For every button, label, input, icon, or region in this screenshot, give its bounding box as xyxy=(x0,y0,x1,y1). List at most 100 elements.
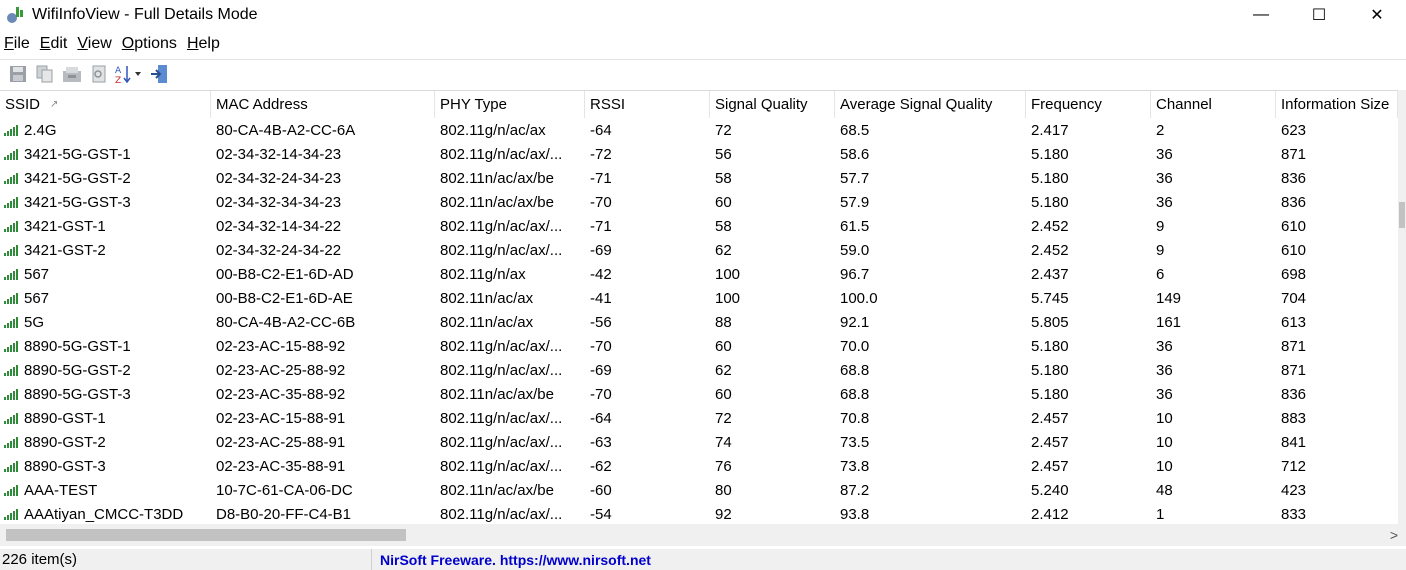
column-header-info-size[interactable]: Information Size xyxy=(1276,91,1398,118)
save-button[interactable] xyxy=(6,62,30,86)
column-header-phy[interactable]: PHY Type xyxy=(435,91,585,118)
menu-options[interactable]: Options xyxy=(118,35,181,53)
properties-button[interactable] xyxy=(60,62,84,86)
table-row[interactable]: AAAtiyan_CMCC-T3DD D8-B0-20-FF-C4-B1 802.1… xyxy=(0,502,1398,524)
menu-edit[interactable]: Edit xyxy=(36,35,72,53)
svg-text:Z: Z xyxy=(115,76,121,84)
find-button[interactable] xyxy=(87,62,111,86)
exit-button[interactable] xyxy=(147,62,171,86)
cell-text: 8890-5G-GST-2 xyxy=(24,361,131,379)
cell-text: 5.180 xyxy=(1031,337,1069,355)
cell-text: 161 xyxy=(1156,313,1182,331)
table-cell: -70 xyxy=(585,190,710,214)
scroll-right-icon[interactable]: > xyxy=(1390,527,1398,543)
cell-text: 8890-GST-2 xyxy=(24,433,106,451)
menu-edit-label: dit xyxy=(50,35,68,52)
table-cell: 68.8 xyxy=(835,382,1026,406)
table-cell: 02-34-32-14-34-23 xyxy=(211,142,435,166)
vertical-scrollbar[interactable] xyxy=(1398,90,1406,524)
signal-strength-icon xyxy=(4,245,18,256)
column-header-channel[interactable]: Channel xyxy=(1151,91,1276,118)
table-cell: 871 xyxy=(1276,358,1398,382)
column-header-mac[interactable]: MAC Address xyxy=(211,91,435,118)
copy-button[interactable] xyxy=(33,62,57,86)
table-cell: 871 xyxy=(1276,334,1398,358)
cell-text: 100 xyxy=(715,265,741,283)
table-row[interactable]: 3421-5G-GST-3 02-34-32-34-34-23 802.11n/ac… xyxy=(0,190,1398,214)
table-cell: 802.11g/n/ac/ax/... xyxy=(435,238,585,262)
table-row[interactable]: 2.4G 80-CA-4B-A2-CC-6A 802.11g/n/ac/ax -64 7… xyxy=(0,118,1398,142)
cell-text: 802.11n/ac/ax/be xyxy=(440,193,554,211)
cell-text: 00-B8-C2-E1-6D-AD xyxy=(216,265,354,283)
table-row[interactable]: 8890-GST-3 02-23-AC-35-88-91 802.11g/n/ac/… xyxy=(0,454,1398,478)
table-row[interactable]: 567 00-B8-C2-E1-6D-AE 802.11n/ac/ax -41 100 1… xyxy=(0,286,1398,310)
table-row[interactable]: 3421-5G-GST-2 02-34-32-24-34-23 802.11n/ac… xyxy=(0,166,1398,190)
table-row[interactable]: 3421-5G-GST-1 02-34-32-14-34-23 802.11g/n/… xyxy=(0,142,1398,166)
menu-help[interactable]: Help xyxy=(183,35,224,53)
cell-text: 5.180 xyxy=(1031,145,1069,163)
table-cell: 02-34-32-24-34-22 xyxy=(211,238,435,262)
cell-text: 59.0 xyxy=(840,241,870,259)
table-cell: 92.1 xyxy=(835,310,1026,334)
table-cell: 3421-5G-GST-3 xyxy=(0,190,211,214)
table-row[interactable]: 8890-5G-GST-2 02-23-AC-25-88-92 802.11g/n/… xyxy=(0,358,1398,382)
table-cell: 802.11g/n/ac/ax/... xyxy=(435,358,585,382)
table-row[interactable]: 5G 80-CA-4B-A2-CC-6B 802.11n/ac/ax -56 88 92.… xyxy=(0,310,1398,334)
column-header-avg-signal-quality[interactable]: Average Signal Quality xyxy=(835,91,1026,118)
table-cell: 58 xyxy=(710,166,835,190)
table-row[interactable]: 3421-GST-1 02-34-32-14-34-22 802.11g/n/ac/… xyxy=(0,214,1398,238)
cell-text: 2.452 xyxy=(1031,217,1069,235)
cell-text: 60 xyxy=(715,385,732,403)
cell-text: 80 xyxy=(715,481,732,499)
minimize-button[interactable]: — xyxy=(1232,0,1290,29)
cell-text: 36 xyxy=(1156,145,1173,163)
table-cell: 2.457 xyxy=(1026,454,1151,478)
table-row[interactable]: 567 00-B8-C2-E1-6D-AD 802.11g/n/ax -42 100 96… xyxy=(0,262,1398,286)
table-row[interactable]: 8890-5G-GST-1 02-23-AC-15-88-92 802.11g/n/… xyxy=(0,334,1398,358)
nirsoft-link[interactable]: NirSoft Freeware. https://www.nirsoft.ne… xyxy=(372,552,651,568)
signal-strength-icon xyxy=(4,509,18,520)
table-cell: 02-23-AC-25-88-92 xyxy=(211,358,435,382)
column-header-frequency[interactable]: Frequency xyxy=(1026,91,1151,118)
table-cell: 567 xyxy=(0,286,211,310)
table-row[interactable]: 8890-GST-1 02-23-AC-15-88-91 802.11g/n/ac/… xyxy=(0,406,1398,430)
cell-text: -71 xyxy=(590,217,612,235)
cell-text: 8890-5G-GST-1 xyxy=(24,337,131,355)
cell-text: 3421-GST-1 xyxy=(24,217,106,235)
cell-text: 36 xyxy=(1156,361,1173,379)
menu-view[interactable]: View xyxy=(73,35,115,53)
column-header-rssi[interactable]: RSSI xyxy=(585,91,710,118)
cell-text: 62 xyxy=(715,241,732,259)
cell-text: 802.11n/ac/ax xyxy=(440,313,534,331)
svg-text:A: A xyxy=(115,66,122,76)
table-cell: -63 xyxy=(585,430,710,454)
table-cell: -41 xyxy=(585,286,710,310)
cell-text: -70 xyxy=(590,337,612,355)
cell-text: 92 xyxy=(715,505,732,523)
table-cell: 100 xyxy=(710,262,835,286)
table-cell: 80-CA-4B-A2-CC-6B xyxy=(211,310,435,334)
cell-text: 68.8 xyxy=(840,361,870,379)
menu-file[interactable]: File xyxy=(0,35,34,53)
table-row[interactable]: 8890-GST-2 02-23-AC-25-88-91 802.11g/n/ac/… xyxy=(0,430,1398,454)
table-cell: 871 xyxy=(1276,142,1398,166)
column-header-signal-quality[interactable]: Signal Quality xyxy=(710,91,835,118)
cell-text: 02-34-32-14-34-23 xyxy=(216,145,342,163)
menu-file-label: ile xyxy=(13,35,30,52)
vertical-scroll-thumb[interactable] xyxy=(1399,202,1405,228)
table-row[interactable]: 3421-GST-2 02-34-32-24-34-22 802.11g/n/ac/… xyxy=(0,238,1398,262)
column-header-ssid[interactable]: SSID ↗ xyxy=(0,91,211,118)
cell-text: 61.5 xyxy=(840,217,870,235)
table-cell: 833 xyxy=(1276,502,1398,524)
sort-button[interactable]: AZ xyxy=(114,62,144,86)
table-row[interactable]: 8890-5G-GST-3 02-23-AC-35-88-92 802.11n/ac… xyxy=(0,382,1398,406)
close-button[interactable]: ✕ xyxy=(1348,0,1406,29)
horizontal-scroll-thumb[interactable] xyxy=(6,529,406,541)
table-cell: 883 xyxy=(1276,406,1398,430)
maximize-button[interactable]: ☐ xyxy=(1290,0,1348,29)
table-cell: 613 xyxy=(1276,310,1398,334)
table-row[interactable]: AAA-TEST 10-7C-61-CA-06-DC 802.11n/ac/ax/b… xyxy=(0,478,1398,502)
cell-text: 802.11n/ac/ax/be xyxy=(440,385,554,403)
horizontal-scrollbar[interactable]: > xyxy=(0,524,1406,546)
table-cell: 80-CA-4B-A2-CC-6A xyxy=(211,118,435,142)
